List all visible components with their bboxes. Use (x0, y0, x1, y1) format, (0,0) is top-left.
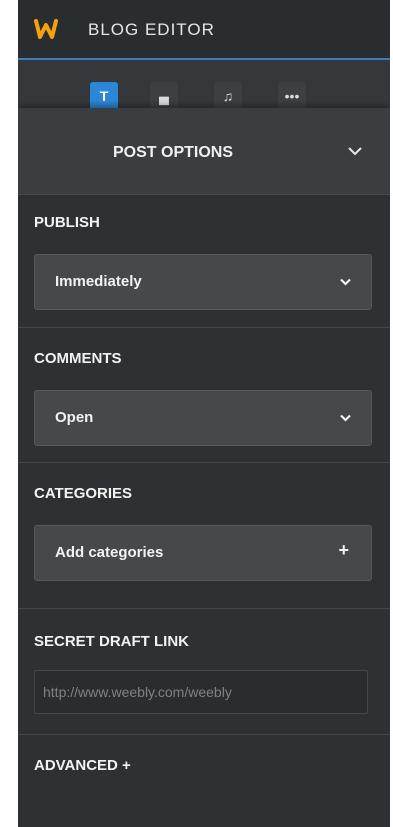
app-header: BLOG EDITOR (18, 0, 390, 60)
chevron-down-icon[interactable] (348, 146, 362, 156)
weebly-logo-icon (34, 19, 58, 39)
chevron-down-icon (340, 414, 351, 422)
publish-label: PUBLISH (34, 214, 100, 231)
add-categories-button[interactable]: Add categories + (34, 525, 372, 581)
post-options-title: POST OPTIONS (113, 144, 234, 161)
comments-selected-value: Open (55, 409, 94, 426)
section-divider (18, 327, 390, 328)
add-categories-label: Add categories (55, 544, 164, 561)
blog-editor-panel: BLOG EDITOR T ▄ ♫ ••• POST OPTIONS PUBLI… (18, 0, 390, 827)
comments-select[interactable]: Open (34, 390, 372, 446)
secret-draft-link-input[interactable] (34, 670, 368, 714)
publish-select[interactable]: Immediately (34, 254, 372, 310)
categories-label: CATEGORIES (34, 485, 133, 502)
section-divider (18, 608, 390, 609)
advanced-toggle[interactable]: ADVANCED + (34, 757, 131, 774)
post-options-header[interactable]: POST OPTIONS (18, 108, 390, 195)
secret-draft-link-label: SECRET DRAFT LINK (34, 633, 189, 650)
plus-icon: + (338, 540, 349, 560)
comments-label: COMMENTS (34, 350, 122, 367)
publish-selected-value: Immediately (55, 273, 142, 290)
chevron-down-icon (340, 278, 351, 286)
element-toolbar: T ▄ ♫ ••• (18, 60, 390, 112)
app-title: BLOG EDITOR (88, 20, 215, 39)
section-divider (18, 462, 390, 463)
section-divider (18, 734, 390, 735)
